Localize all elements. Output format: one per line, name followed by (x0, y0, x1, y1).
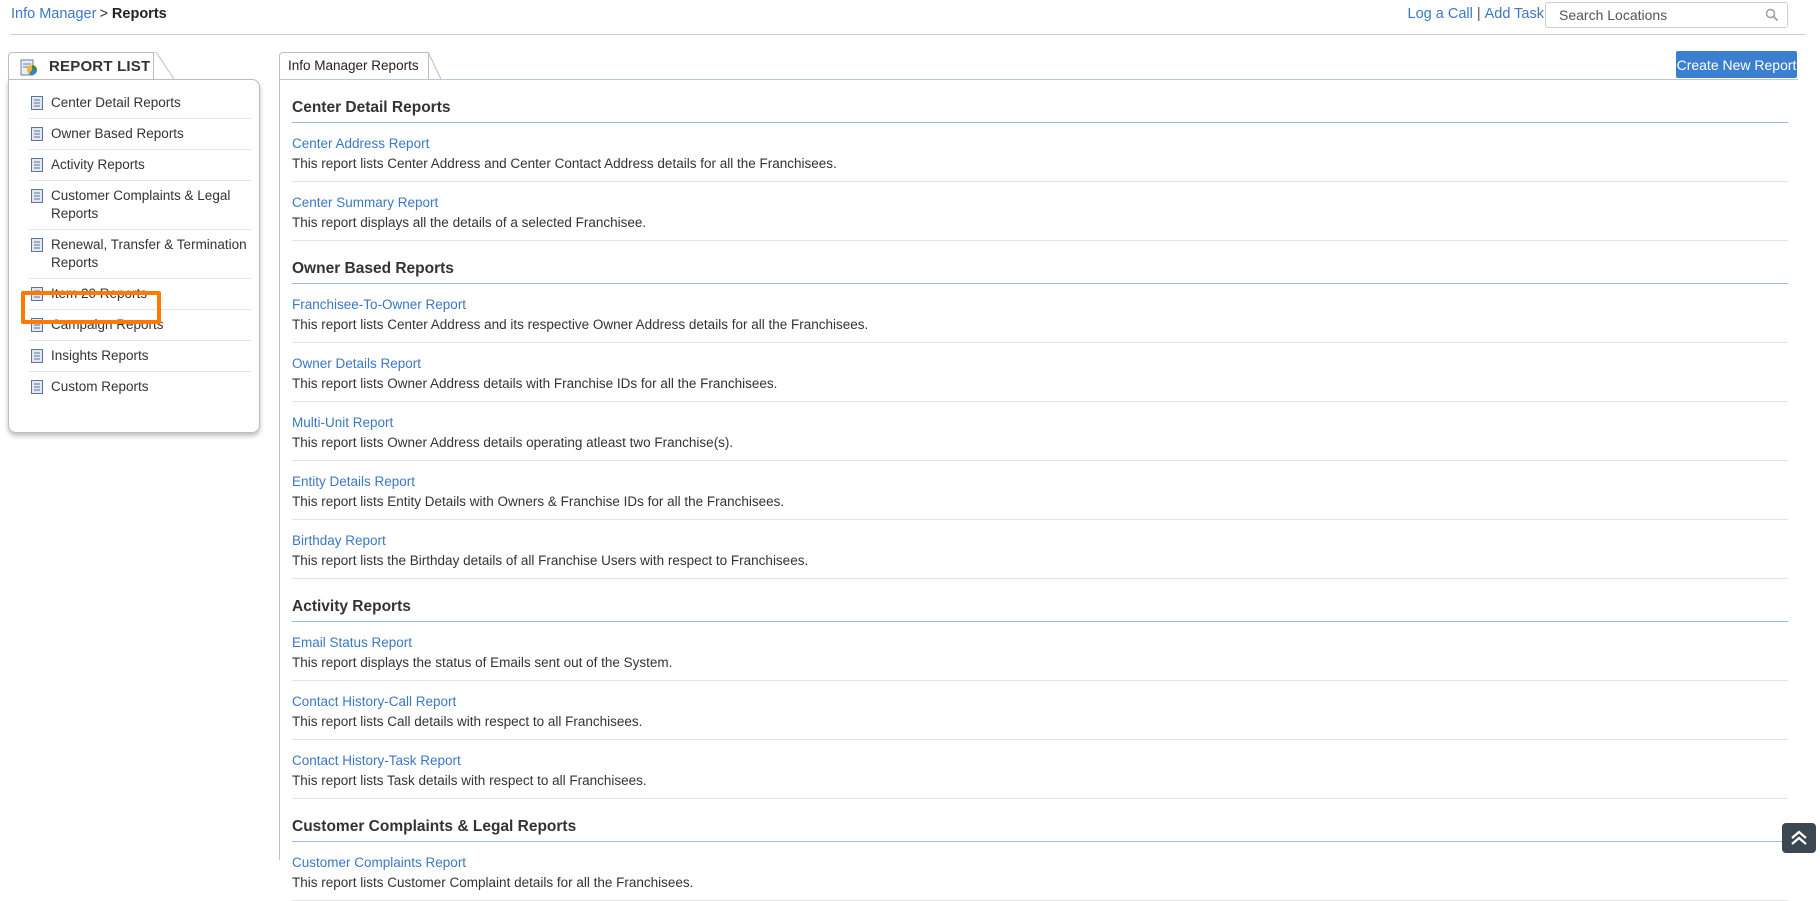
report-link[interactable]: Entity Details Report (292, 473, 415, 491)
report-description: This report lists Task details with resp… (292, 773, 647, 788)
search-locations-box (1545, 2, 1788, 28)
document-icon (31, 96, 43, 110)
document-icon (31, 189, 43, 203)
add-task-link[interactable]: Add Task (1485, 6, 1544, 22)
sidebar-item-campaign-reports[interactable]: Campaign Reports (29, 310, 251, 341)
section-customer-complaints-legal-reports: Customer Complaints & Legal Reports Cust… (292, 818, 1788, 901)
document-icon (31, 380, 43, 394)
report-description: This report lists Entity Details with Ow… (292, 494, 785, 509)
report-item: Birthday Report This report lists the Bi… (292, 520, 1788, 579)
breadcrumb-current: Reports (111, 6, 167, 22)
sidebar-item-activity-reports[interactable]: Activity Reports (29, 150, 251, 181)
top-divider (11, 34, 1805, 35)
section-activity-reports: Activity Reports Email Status Report Thi… (292, 598, 1788, 799)
report-link[interactable]: Email Status Report (292, 634, 412, 652)
report-link[interactable]: Contact History-Call Report (292, 693, 456, 711)
document-icon (31, 287, 43, 301)
tab-info-manager-reports[interactable]: Info Manager Reports (279, 52, 429, 80)
report-item: Multi-Unit Report This report lists Owne… (292, 402, 1788, 461)
section-title: Customer Complaints & Legal Reports (292, 818, 1788, 842)
sidebar-item-label: Campaign Reports (51, 317, 164, 332)
search-locations-input[interactable] (1546, 3, 1759, 27)
report-list: Center Detail Reports Owner Based Report… (29, 88, 251, 402)
section-owner-based-reports: Owner Based Reports Franchisee-To-Owner … (292, 260, 1788, 579)
sidebar-item-renewal-transfer-termination-reports[interactable]: Renewal, Transfer & Termination Reports (29, 230, 251, 279)
tab-label: Info Manager Reports (288, 58, 419, 73)
report-description: This report lists the Birthday details o… (292, 553, 809, 568)
document-icon (31, 127, 43, 141)
report-description: This report lists Customer Complaint det… (292, 875, 694, 890)
sidebar-item-owner-based-reports[interactable]: Owner Based Reports (29, 119, 251, 150)
document-icon (31, 238, 43, 252)
report-item: Contact History-Task Report This report … (292, 740, 1788, 799)
sidebar-item-label: Item 20 Reports (51, 286, 148, 301)
breadcrumb: Info Manager > Reports (11, 6, 167, 22)
report-description: This report lists Owner Address details … (292, 376, 778, 391)
action-divider: | (1476, 6, 1481, 22)
report-item: Franchisee-To-Owner Report This report l… (292, 284, 1788, 343)
sidebar-item-label: Owner Based Reports (51, 126, 184, 141)
section-title: Activity Reports (292, 598, 1788, 622)
report-link[interactable]: Birthday Report (292, 532, 386, 550)
report-item: Center Address Report This report lists … (292, 123, 1788, 182)
report-sections: Center Detail Reports Center Address Rep… (292, 80, 1788, 901)
section-center-detail-reports: Center Detail Reports Center Address Rep… (292, 99, 1788, 241)
section-title: Owner Based Reports (292, 260, 1788, 284)
report-description: This report displays all the details of … (292, 215, 647, 230)
report-item: Owner Details Report This report lists O… (292, 343, 1788, 402)
report-link[interactable]: Customer Complaints Report (292, 854, 466, 872)
report-item: Entity Details Report This report lists … (292, 461, 1788, 520)
breadcrumb-info-manager-link[interactable]: Info Manager (11, 6, 96, 22)
report-item: Customer Complaints Report This report l… (292, 842, 1788, 901)
report-description: This report displays the status of Email… (292, 655, 673, 670)
sidebar-item-center-detail-reports[interactable]: Center Detail Reports (29, 88, 251, 119)
document-icon (31, 349, 43, 363)
report-link[interactable]: Multi-Unit Report (292, 414, 393, 432)
sidebar-item-custom-reports[interactable]: Custom Reports (29, 372, 251, 402)
report-list-tab-edge (152, 52, 174, 80)
sidebar-item-label: Center Detail Reports (51, 95, 181, 110)
report-description: This report lists Call details with resp… (292, 714, 643, 729)
document-icon (31, 158, 43, 172)
document-icon (31, 318, 43, 332)
log-call-link[interactable]: Log a Call (1408, 6, 1473, 22)
report-description: This report lists Owner Address details … (292, 435, 734, 450)
search-icon[interactable] (1765, 8, 1779, 22)
breadcrumb-separator: > (99, 6, 108, 22)
report-link[interactable]: Franchisee-To-Owner Report (292, 296, 466, 314)
report-item: Contact History-Call Report This report … (292, 681, 1788, 740)
report-link[interactable]: Owner Details Report (292, 355, 421, 373)
report-link[interactable]: Center Summary Report (292, 194, 438, 212)
reports-panel: Center Detail Reports Center Address Rep… (279, 79, 1798, 901)
report-list-panel: Center Detail Reports Owner Based Report… (8, 79, 260, 433)
sidebar-item-label: Renewal, Transfer & Termination Reports (51, 237, 247, 270)
sidebar-item-label: Activity Reports (51, 157, 145, 172)
report-description: This report lists Center Address and its… (292, 317, 869, 332)
section-title: Center Detail Reports (292, 99, 1788, 123)
sidebar-item-item-20-reports[interactable]: Item 20 Reports (29, 279, 251, 310)
report-link[interactable]: Center Address Report (292, 135, 429, 153)
top-bar: Info Manager > Reports Log a Call | Add Task (0, 0, 1820, 34)
report-list-tab: REPORT LIST (8, 52, 154, 80)
main-tab-edge (425, 52, 441, 80)
double-chevron-up-icon (1791, 830, 1807, 845)
scroll-to-top-button[interactable] (1782, 823, 1816, 853)
create-new-report-button[interactable]: Create New Report (1676, 51, 1797, 78)
report-link[interactable]: Contact History-Task Report (292, 752, 461, 770)
sidebar-item-customer-complaints-legal-reports[interactable]: Customer Complaints & Legal Reports (29, 181, 251, 230)
report-list-icon (20, 59, 37, 76)
sidebar-item-insights-reports[interactable]: Insights Reports (29, 341, 251, 372)
sidebar-item-label: Customer Complaints & Legal Reports (51, 188, 231, 221)
sidebar-item-label: Insights Reports (51, 348, 149, 363)
report-list-title: REPORT LIST (49, 58, 151, 75)
sidebar-item-label: Custom Reports (51, 379, 149, 394)
top-actions: Log a Call | Add Task (1408, 6, 1544, 22)
report-item: Email Status Report This report displays… (292, 622, 1788, 681)
report-description: This report lists Center Address and Cen… (292, 156, 837, 171)
report-item: Center Summary Report This report displa… (292, 182, 1788, 241)
